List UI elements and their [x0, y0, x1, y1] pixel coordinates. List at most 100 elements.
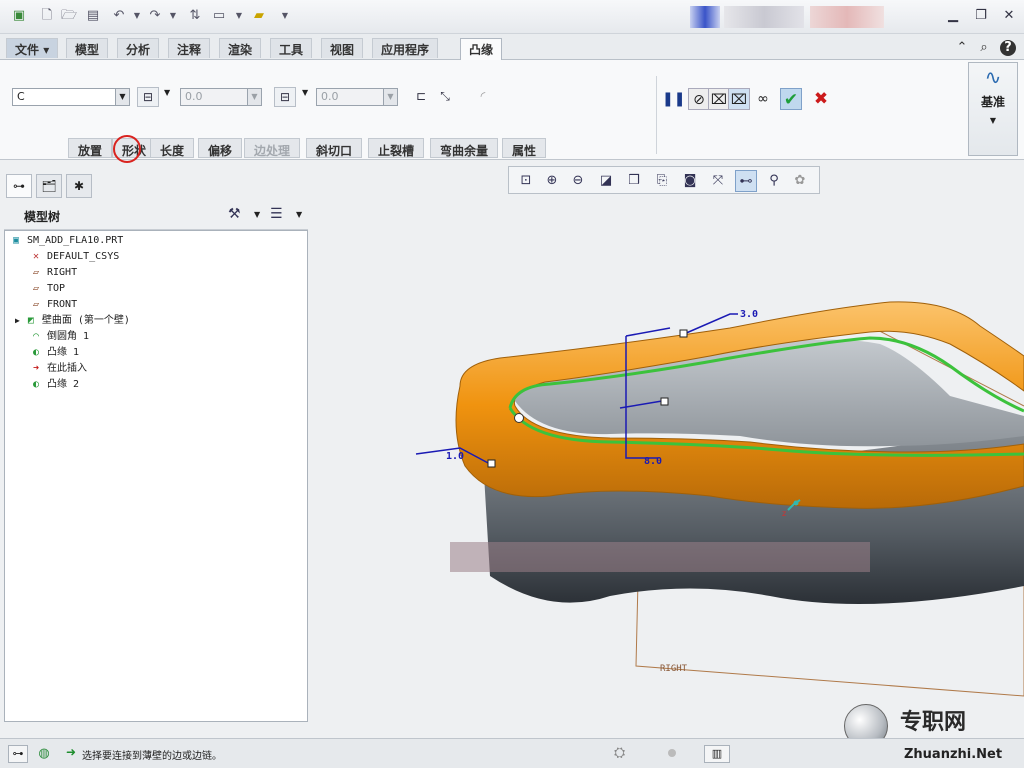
- dimension-label-top[interactable]: 3.0: [740, 309, 758, 320]
- tab-flange[interactable]: 凸缘: [460, 38, 503, 60]
- tree-item-flange2[interactable]: ◐ 凸缘 2: [29, 377, 79, 393]
- search-icon[interactable]: ⌕: [976, 40, 992, 56]
- tree-item-top[interactable]: ▱ TOP: [29, 281, 65, 297]
- undo-dropdown-icon[interactable]: ▼: [128, 7, 146, 25]
- spin-center-icon[interactable]: ⚲: [763, 170, 785, 192]
- chevron-down-icon[interactable]: ▼: [296, 210, 302, 219]
- file-menu[interactable]: 文件 ▾: [6, 38, 59, 58]
- tree-item-insert-here[interactable]: ➜ 在此插入: [29, 361, 87, 377]
- cancel-button[interactable]: ✖: [810, 88, 832, 110]
- tab-model[interactable]: 模型: [66, 38, 109, 58]
- datum-display-icon[interactable]: ⤧: [707, 170, 729, 192]
- tab-tools[interactable]: 工具: [270, 38, 313, 58]
- subtab-bend-allowance[interactable]: 弯曲余量: [430, 138, 499, 158]
- help-icon[interactable]: ?: [1000, 40, 1016, 56]
- window-icon[interactable]: ▭: [210, 7, 228, 25]
- tab-view[interactable]: 视图: [321, 38, 364, 58]
- shape-combo[interactable]: C ▼: [12, 88, 130, 106]
- graphics-area[interactable]: 3.0 8.0 1.0 z RIGHT: [310, 196, 1024, 736]
- minimize-icon[interactable]: ▁: [944, 8, 962, 24]
- bend-radius-icon[interactable]: ◜: [472, 87, 494, 107]
- chevron-down-icon[interactable]: ▼: [115, 89, 129, 105]
- navigator-tabs: ⊶ 🗂 ✱: [4, 172, 304, 200]
- tree-item-csys[interactable]: ✕ DEFAULT_CSYS: [29, 249, 119, 265]
- dimension-label-right[interactable]: 8.0: [644, 456, 662, 467]
- undo-icon[interactable]: ↶: [110, 7, 128, 25]
- redo-dropdown-icon[interactable]: ▼: [164, 7, 182, 25]
- length2-input[interactable]: 0.0 ▼: [316, 88, 398, 106]
- tree-display-icon[interactable]: ☰: [270, 206, 283, 222]
- length-type-button[interactable]: ⊟: [137, 87, 159, 107]
- filter-icon[interactable]: ▥: [704, 745, 730, 763]
- length1-input[interactable]: 0.0 ▼: [180, 88, 262, 106]
- browser-toggle-icon[interactable]: ◍: [34, 745, 54, 763]
- tab-annotate[interactable]: 注释: [168, 38, 211, 58]
- chevron-down-icon[interactable]: ▼: [247, 89, 261, 105]
- pause-icon[interactable]: ❚❚: [662, 88, 685, 110]
- new-file-icon[interactable]: 🗋: [38, 7, 56, 25]
- plane-label-right[interactable]: RIGHT: [660, 664, 688, 674]
- save-icon[interactable]: ▤: [84, 7, 102, 25]
- subtab-miter-cuts[interactable]: 斜切口: [306, 138, 363, 158]
- subtab-length[interactable]: 长度: [150, 138, 195, 158]
- tab-applications[interactable]: 应用程序: [372, 38, 439, 58]
- datum-button[interactable]: ∿ 基准 ▼: [968, 62, 1018, 156]
- display-style-icon[interactable]: ❒: [623, 170, 645, 192]
- chevron-down-icon[interactable]: ▼: [383, 89, 397, 105]
- accept-button[interactable]: ✔: [780, 88, 802, 110]
- tree-settings-icon[interactable]: ⚒: [228, 206, 241, 222]
- chevron-down-icon[interactable]: ▼: [254, 210, 260, 219]
- tree-item-wall[interactable]: ▶ ◩ 壁曲面 (第一个壁): [15, 313, 130, 329]
- annotation-display-icon[interactable]: ⊷: [735, 170, 757, 192]
- subtab-offset[interactable]: 偏移: [198, 138, 243, 158]
- customize-toolbar-icon[interactable]: ▼: [276, 7, 294, 25]
- length-type2-button[interactable]: ⊟: [274, 87, 296, 107]
- tab-analysis[interactable]: 分析: [117, 38, 160, 58]
- chevron-down-icon[interactable]: ▼: [164, 88, 170, 97]
- repaint-icon[interactable]: ◪: [595, 170, 617, 192]
- flip-thickness-icon[interactable]: ⊏: [410, 87, 432, 107]
- zoom-in-icon[interactable]: ⊕: [541, 170, 563, 192]
- glasses-icon[interactable]: ∞: [752, 88, 774, 110]
- restore-icon[interactable]: ❐: [972, 8, 990, 24]
- chevron-down-icon[interactable]: ▼: [302, 88, 308, 97]
- regen-status-icon[interactable]: ⛭: [614, 745, 625, 761]
- drag-handle[interactable]: [487, 459, 496, 468]
- appearance-icon[interactable]: ✿: [789, 170, 811, 192]
- drag-handle[interactable]: [679, 329, 688, 338]
- expand-arrow-icon[interactable]: ▶: [15, 316, 20, 325]
- tree-item-right[interactable]: ▱ RIGHT: [29, 265, 77, 281]
- zoom-out-icon[interactable]: ⊖: [567, 170, 589, 192]
- dimension-label-left[interactable]: 1.0: [446, 451, 464, 462]
- file-menu-label: 文件: [15, 43, 40, 57]
- verify-icon[interactable]: ⌧: [728, 88, 750, 110]
- subtab-properties[interactable]: 属性: [502, 138, 547, 158]
- subtab-placement[interactable]: 放置: [68, 138, 113, 158]
- window-dropdown-icon[interactable]: ▼: [230, 7, 248, 25]
- view-manager-icon[interactable]: ◙: [679, 170, 701, 192]
- navigator-toggle-icon[interactable]: ⊶: [8, 745, 28, 763]
- ribbon-minimize-icon[interactable]: ⌃: [954, 40, 970, 56]
- refit-icon[interactable]: ⊡: [515, 170, 537, 192]
- tree-item-round[interactable]: ◠ 倒圆角 1: [29, 329, 89, 345]
- close-window-icon[interactable]: ▰: [250, 7, 268, 25]
- redo-icon[interactable]: ↷: [146, 7, 164, 25]
- saved-views-icon[interactable]: ⎘: [651, 170, 673, 192]
- flip-side-icon[interactable]: ⤡: [434, 87, 456, 107]
- start-point-handle[interactable]: [514, 413, 524, 423]
- model-tree-tab-icon[interactable]: ⊶: [6, 174, 32, 198]
- subtab-relief[interactable]: 止裂槽: [368, 138, 425, 158]
- tab-render[interactable]: 渲染: [219, 38, 262, 58]
- preview-icon[interactable]: ⌧: [708, 88, 730, 110]
- tree-item-flange1[interactable]: ◐ 凸缘 1: [29, 345, 79, 361]
- regenerate-icon[interactable]: ⇅: [186, 7, 204, 25]
- folder-browser-tab-icon[interactable]: 🗂: [36, 174, 62, 198]
- open-file-icon[interactable]: 🗁: [60, 7, 78, 25]
- close-icon[interactable]: ✕: [1000, 8, 1018, 24]
- tree-item-part[interactable]: ▣ SM_ADD_FLA10.PRT: [9, 233, 123, 249]
- favorites-tab-icon[interactable]: ✱: [66, 174, 92, 198]
- subtab-edge-treatment[interactable]: 边处理: [244, 138, 301, 158]
- no-preview-icon[interactable]: ⊘: [688, 88, 710, 110]
- tree-item-front[interactable]: ▱ FRONT: [29, 297, 77, 313]
- drag-handle[interactable]: [660, 397, 669, 406]
